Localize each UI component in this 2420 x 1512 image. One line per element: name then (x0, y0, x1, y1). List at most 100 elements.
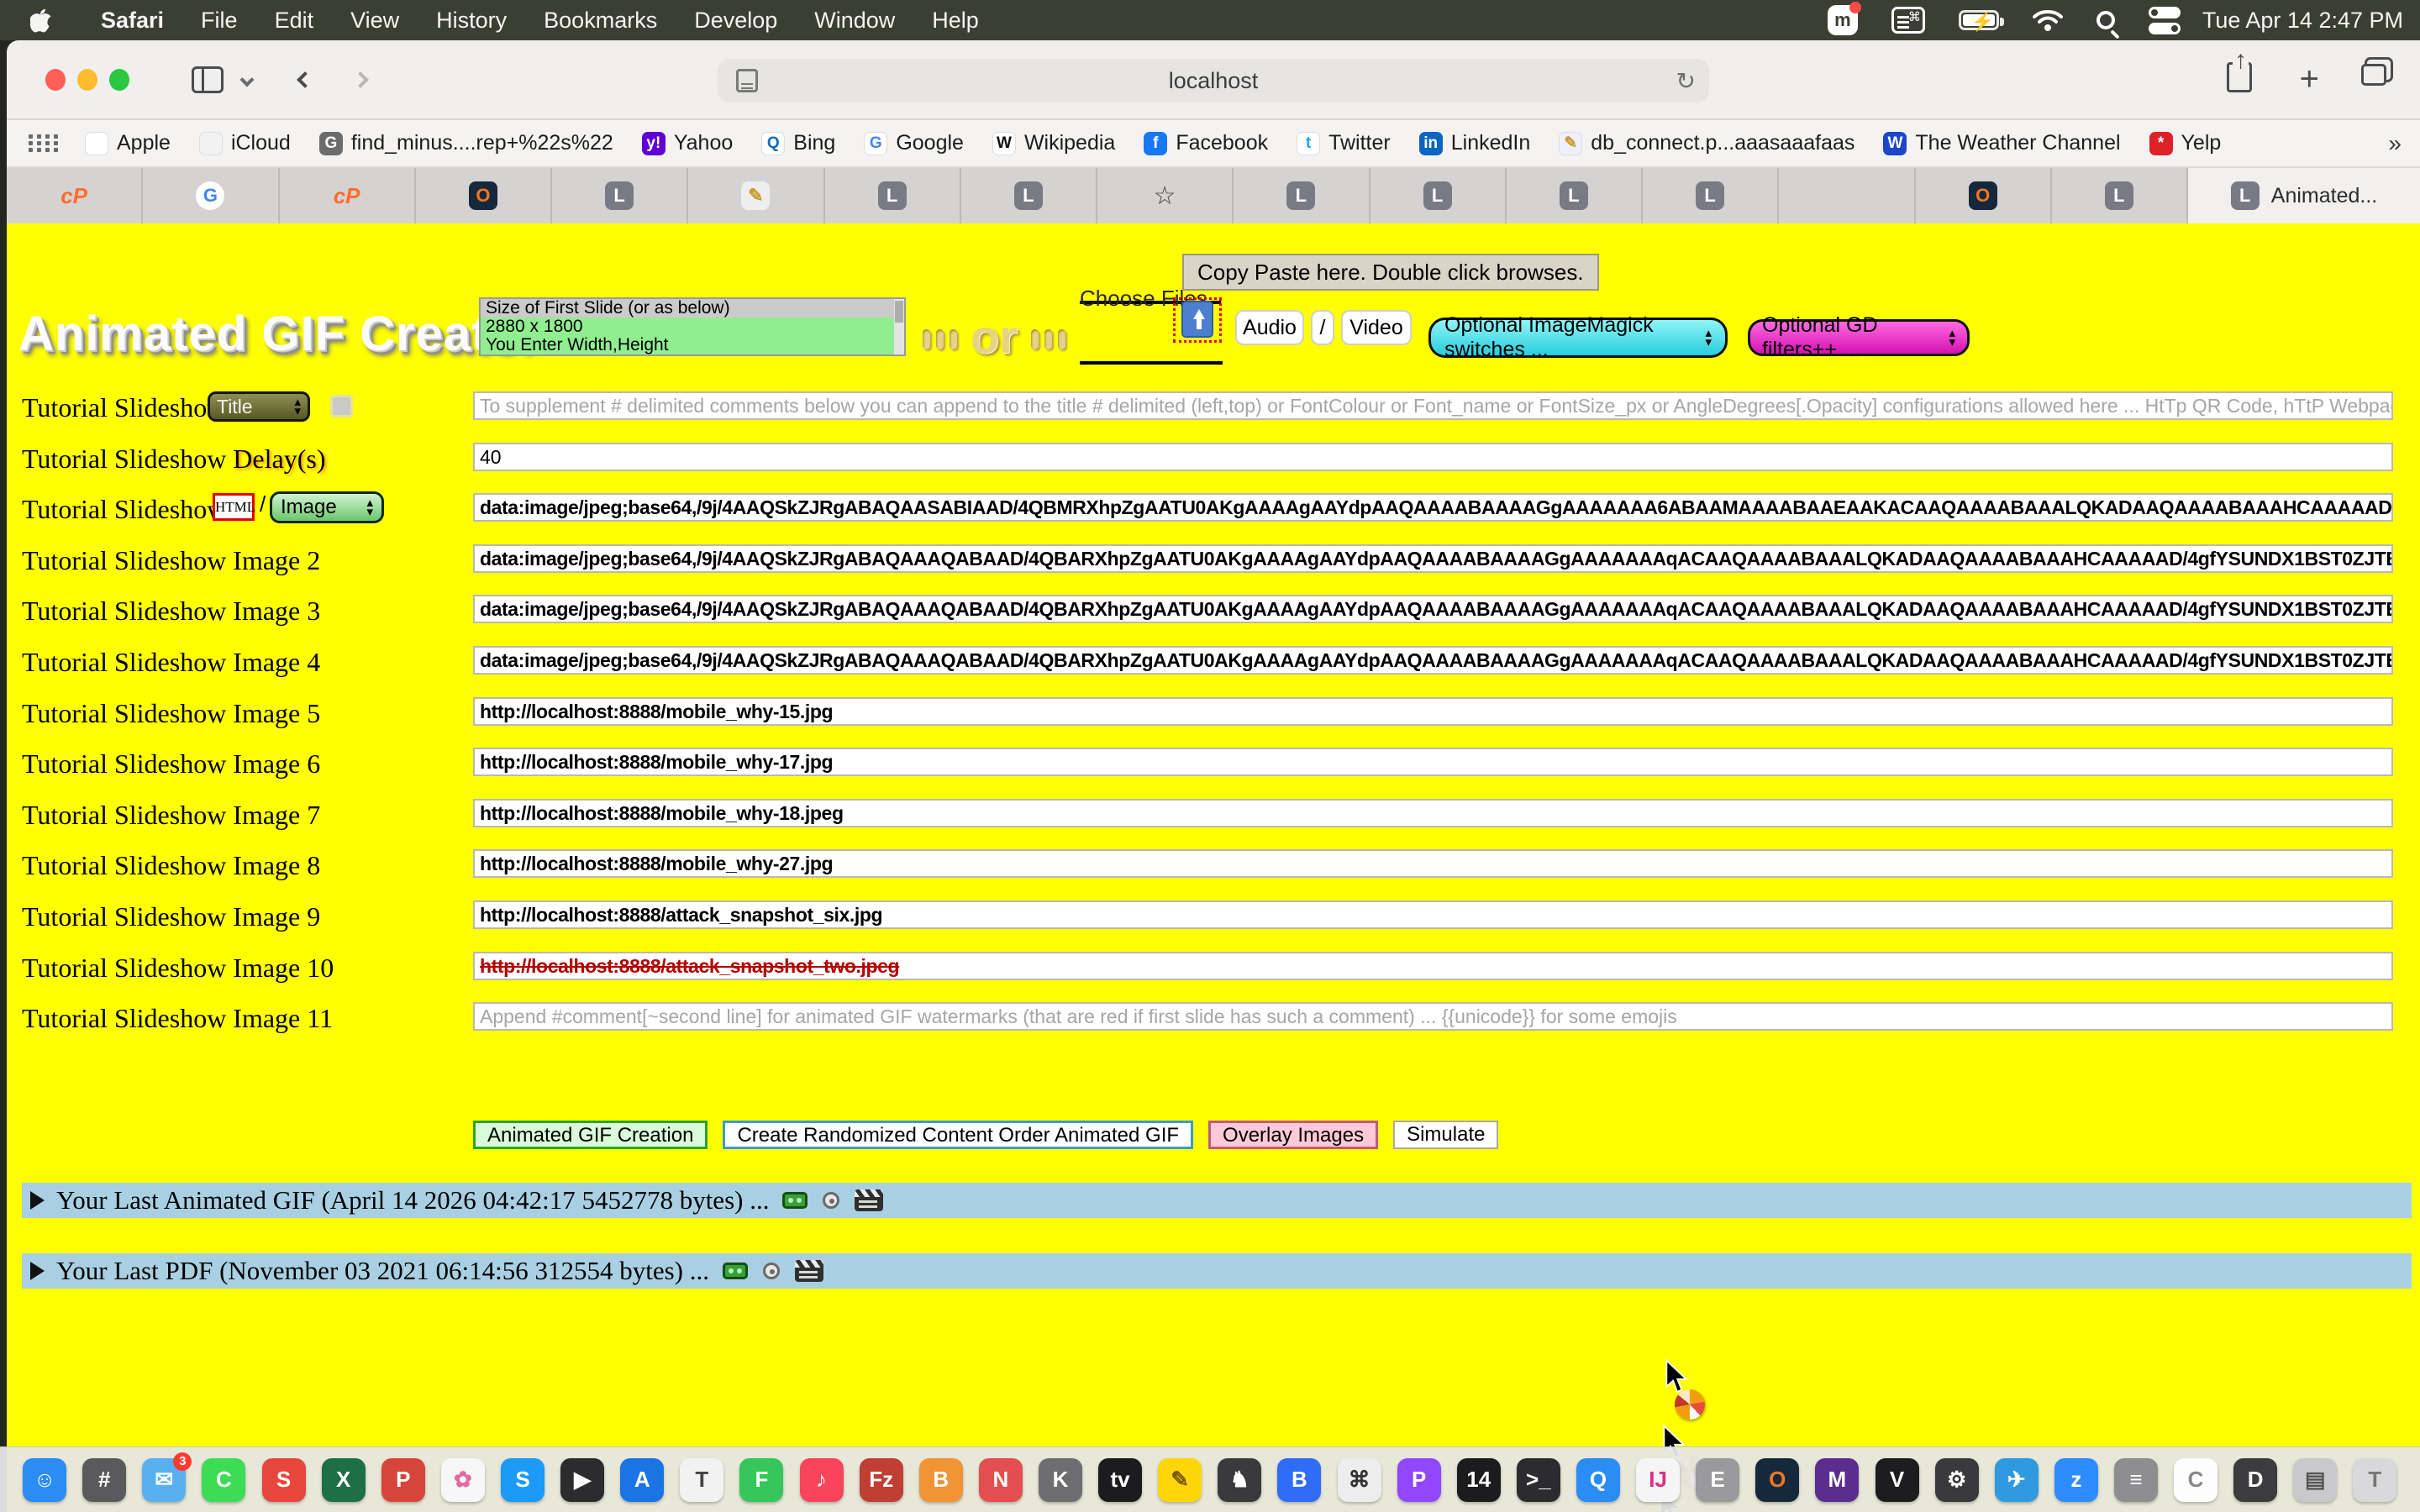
dock-icon-10[interactable]: ▶ (560, 1458, 604, 1502)
dock-icon-29[interactable]: E (1696, 1458, 1739, 1502)
form-row-input[interactable]: http://localhost:8888/mobile_why-17.jpg (473, 748, 2393, 776)
bookmark-item[interactable]: fFacebook (1144, 131, 1268, 155)
pinned-tab-5[interactable]: L (552, 168, 688, 223)
battery-icon[interactable]: ⚡ (1959, 10, 1999, 30)
listbox-scrollbar[interactable] (894, 299, 904, 354)
last-animated-gif-bar[interactable]: Your Last Animated GIF (April 14 2026 04… (22, 1183, 2412, 1218)
dock-icon-35[interactable]: z (2054, 1458, 2098, 1502)
pinned-tab-13[interactable]: L (1643, 168, 1779, 223)
action-button[interactable]: Simulate (1393, 1121, 1498, 1149)
dock-icon-37[interactable]: C (2174, 1458, 2217, 1502)
form-row-input[interactable]: data:image/jpeg;base64,/9j/4AAQSkZJRgABA… (473, 595, 2393, 623)
dock-icon-24[interactable]: P (1397, 1458, 1441, 1502)
size-option[interactable]: Size of First Slide (or as below) (481, 299, 904, 318)
bookmark-item[interactable]: y!Yahoo (642, 131, 733, 155)
app-status-icon[interactable]: m (1828, 5, 1858, 35)
pinned-tab-9[interactable]: ☆ (1097, 168, 1234, 223)
bookmark-item[interactable]: WThe Weather Channel (1883, 131, 2120, 155)
refresh-icon[interactable]: ↻ (1676, 67, 1696, 95)
url-field[interactable]: localhost ↻ (718, 59, 1709, 102)
sidebar-toggle-button[interactable] (192, 66, 224, 93)
upload-icon[interactable] (1181, 301, 1213, 338)
bookmark-item[interactable]: Apple (85, 131, 171, 155)
dock-icon-14[interactable]: ♪ (800, 1458, 844, 1502)
bookmark-item[interactable]: GGoogle (864, 131, 964, 155)
keyboard-icon[interactable] (1891, 7, 1925, 34)
wifi-icon[interactable] (2033, 8, 2063, 32)
dock-icon-11[interactable]: A (620, 1458, 664, 1502)
html-button[interactable]: HTML (213, 493, 255, 521)
menu-clock[interactable]: Tue Apr 14 2:47 PM (2202, 8, 2403, 34)
dock-icon-19[interactable]: tv (1098, 1458, 1142, 1502)
form-row-input[interactable]: http://localhost:8888/attack_snapshot_si… (473, 900, 2393, 929)
audio-button[interactable]: Audio (1235, 310, 1304, 345)
sidebar-chevron-icon[interactable] (240, 72, 255, 87)
pinned-tab-4[interactable]: O (416, 168, 552, 223)
menu-item-file[interactable]: File (182, 8, 256, 33)
bookmark-item[interactable]: iCloud (199, 131, 291, 155)
imagemagick-switches-select[interactable]: Optional ImageMagick switches ... ▴▾ (1428, 318, 1728, 358)
slide-size-listbox[interactable]: Size of First Slide (or as below)2880 x … (479, 297, 906, 356)
minimize-window-button[interactable] (77, 69, 97, 91)
gif-thumbnail-icon[interactable] (782, 1192, 808, 1209)
bookmark-item[interactable]: tTwitter (1297, 131, 1391, 155)
dock-icon-34[interactable]: ✈ (1995, 1458, 2039, 1502)
dock-icon-33[interactable]: ⚙ (1935, 1458, 1979, 1502)
disclosure-triangle-icon[interactable] (30, 1262, 45, 1280)
pinned-tab-6[interactable]: ✎ (688, 168, 824, 223)
menu-item-bookmarks[interactable]: Bookmarks (525, 8, 676, 33)
pinned-tab-3[interactable]: cP (280, 168, 416, 223)
forward-button[interactable] (352, 71, 369, 88)
dock-icon-1[interactable]: ☺ (23, 1458, 66, 1502)
menu-item-view[interactable]: View (332, 8, 418, 33)
speaker-icon[interactable] (763, 1263, 780, 1279)
bookmark-item[interactable]: Gfind_minus....rep+%22s%22 (319, 131, 613, 155)
dock-icon-22[interactable]: B (1277, 1458, 1321, 1502)
image-type-select[interactable]: Image▴▾ (270, 491, 384, 523)
back-button[interactable] (297, 71, 313, 88)
form-row-input[interactable]: 40 (473, 443, 2393, 471)
dock-icon-4[interactable]: C (202, 1458, 245, 1502)
form-row-input[interactable]: http://localhost:8888/attack_snapshot_tw… (473, 952, 2393, 980)
pinned-tab-2[interactable]: G (143, 168, 279, 223)
pinned-tab-10[interactable]: L (1234, 168, 1370, 223)
dock-icon-39[interactable]: ▤ (2293, 1458, 2337, 1502)
menu-item-help[interactable]: Help (913, 8, 997, 33)
favorites-grid-icon[interactable] (29, 134, 60, 152)
title-type-select[interactable]: Title▴▾ (208, 391, 310, 422)
title-color-swatch[interactable] (330, 395, 353, 417)
dock-icon-26[interactable]: >_ (1517, 1458, 1560, 1502)
last-pdf-bar[interactable]: Your Last PDF (November 03 2021 06:14:56… (22, 1253, 2412, 1289)
share-button[interactable] (2227, 62, 2252, 92)
dock-icon-36[interactable]: ≡ (2114, 1458, 2158, 1502)
form-row-input[interactable]: http://localhost:8888/mobile_why-27.jpg (473, 849, 2393, 878)
dock-icon-18[interactable]: K (1039, 1458, 1082, 1502)
dock-icon-8[interactable]: ✿ (441, 1458, 485, 1502)
control-center-icon[interactable] (2149, 7, 2181, 34)
dock-icon-12[interactable]: T (680, 1458, 723, 1502)
bookmark-item[interactable]: WWikipedia (992, 131, 1115, 155)
bookmark-item[interactable]: *Yelp (2149, 131, 2222, 155)
dock-icon-2[interactable]: # (82, 1458, 126, 1502)
form-row-input[interactable]: To supplement # delimited comments below… (473, 391, 2393, 420)
video-button[interactable]: Video (1341, 310, 1412, 345)
menu-item-safari[interactable]: Safari (82, 8, 182, 33)
tab-overview-button[interactable] (2361, 64, 2386, 86)
gd-filters-select[interactable]: Optional GD filters++ ... ▴▾ (1748, 319, 1970, 356)
pinned-tab-8[interactable]: L (961, 168, 1097, 223)
pinned-tab-15[interactable]: O (1916, 168, 2052, 223)
form-row-input[interactable]: http://localhost:8888/mobile_why-15.jpg (473, 697, 2393, 726)
pinned-tab-1[interactable]: cP (7, 168, 143, 223)
bookmark-item[interactable]: QBing (761, 131, 835, 155)
form-row-input[interactable]: http://localhost:8888/mobile_why-18.jpeg (473, 799, 2393, 827)
bookmark-item[interactable]: inLinkedIn (1419, 131, 1531, 155)
menu-item-edit[interactable]: Edit (256, 8, 333, 33)
menu-item-window[interactable]: Window (796, 8, 913, 33)
form-row-input[interactable]: data:image/jpeg;base64,/9j/4AAQSkZJRgABA… (473, 646, 2393, 675)
speaker-icon[interactable] (823, 1192, 839, 1209)
dock-icon-38[interactable]: D (2233, 1458, 2277, 1502)
dock-icon-13[interactable]: F (739, 1458, 783, 1502)
dock-icon-16[interactable]: B (919, 1458, 963, 1502)
dock-icon-3[interactable]: ✉3 (142, 1458, 186, 1502)
size-option[interactable]: 2880 x 1800 (481, 318, 904, 336)
